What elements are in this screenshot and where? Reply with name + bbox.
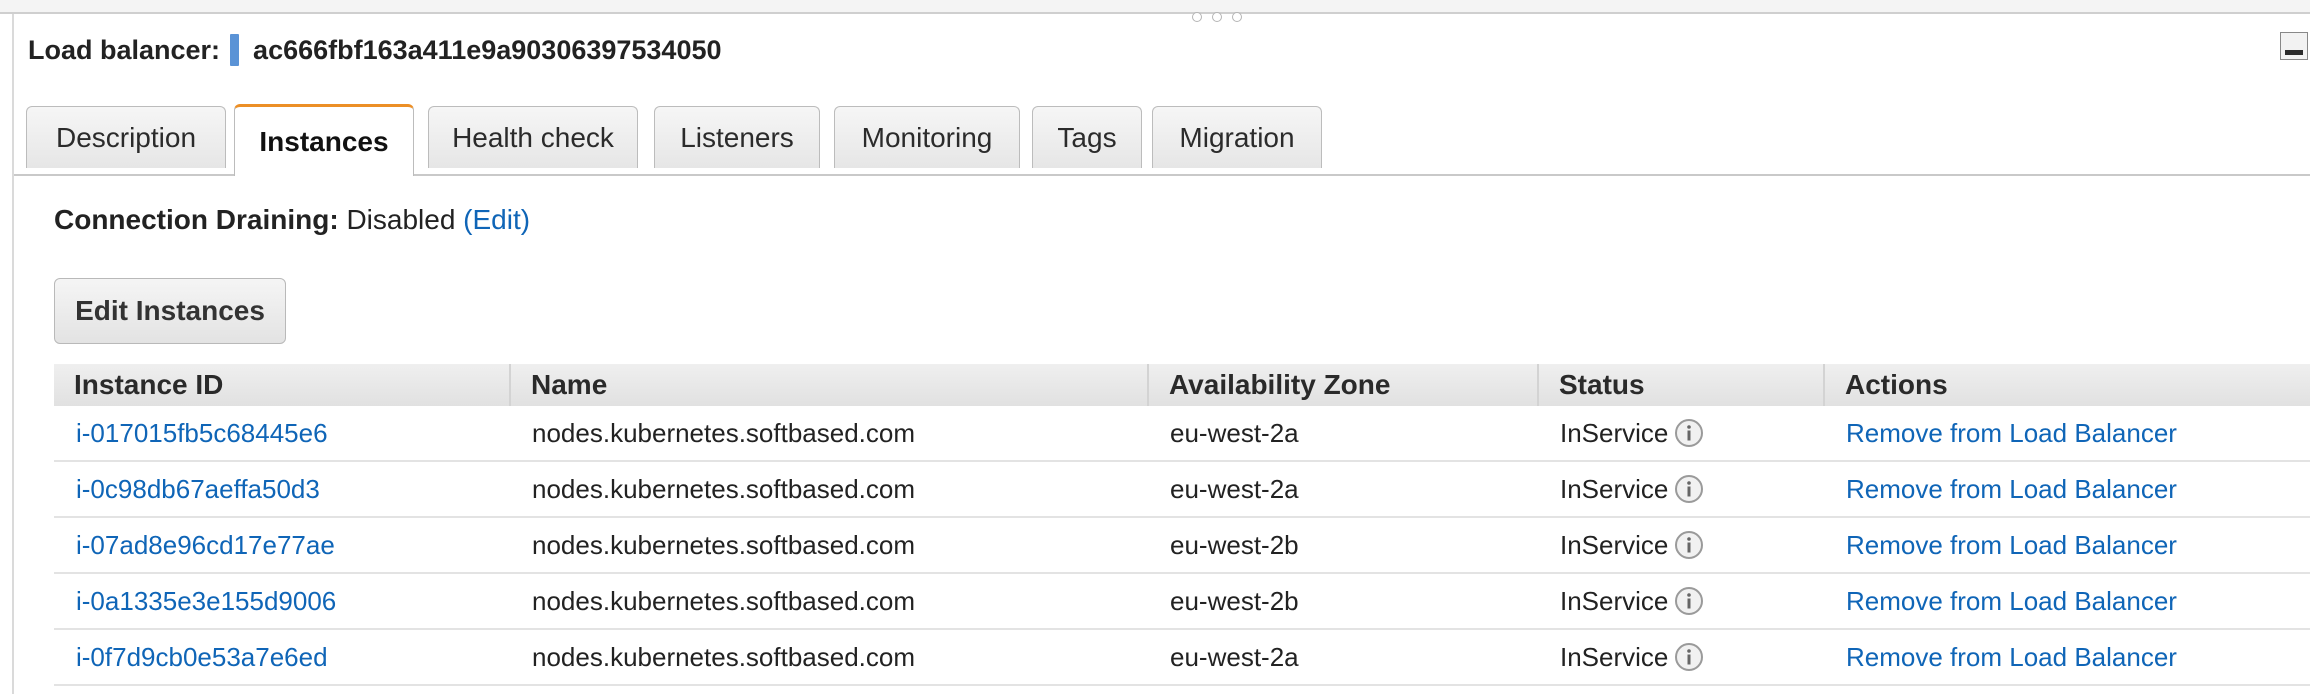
instance-status: InService <box>1560 473 1669 504</box>
connection-draining: Connection Draining: Disabled (Edit) <box>54 204 530 236</box>
instance-status: InService <box>1560 641 1669 672</box>
remove-from-load-balancer-link[interactable]: Remove from Load Balancer <box>1846 418 2177 448</box>
instance-status-cell: InService <box>1538 461 1824 518</box>
table-body: i-017015fb5c68445e6 nodes.kubernetes.sof… <box>54 406 2310 686</box>
availability-zone: eu-west-2b <box>1148 517 1538 574</box>
instance-id-link[interactable]: i-0c98db67aeffa50d3 <box>76 474 320 504</box>
instance-name: nodes.kubernetes.softbased.com <box>510 517 1148 574</box>
column-header-instance-id[interactable]: Instance ID <box>54 364 510 406</box>
connection-draining-label: Connection Draining: <box>54 204 339 235</box>
instance-name: nodes.kubernetes.softbased.com <box>510 573 1148 630</box>
grip-dot <box>1212 12 1222 22</box>
load-balancer-label: Load balancer: <box>28 34 221 65</box>
drag-handle-icon[interactable] <box>1192 12 1242 22</box>
availability-zone: eu-west-2a <box>1148 461 1538 518</box>
table-row: i-017015fb5c68445e6 nodes.kubernetes.sof… <box>54 406 2310 462</box>
table-row: i-0a1335e3e155d9006 nodes.kubernetes.sof… <box>54 573 2310 630</box>
availability-zone: eu-west-2b <box>1148 573 1538 630</box>
tab-instances[interactable]: Instances <box>234 104 414 176</box>
info-icon[interactable] <box>1674 586 1704 616</box>
tab-monitoring[interactable]: Monitoring <box>834 106 1020 168</box>
connection-draining-edit-link[interactable]: (Edit) <box>463 204 530 235</box>
connection-draining-value: Disabled <box>346 204 456 235</box>
column-header-status[interactable]: Status <box>1537 364 1824 406</box>
instance-name: nodes.kubernetes.softbased.com <box>510 629 1148 686</box>
edit-instances-button[interactable]: Edit Instances <box>54 278 286 344</box>
instance-status-cell: InService <box>1538 517 1824 574</box>
tab-health-check[interactable]: Health check <box>428 106 638 168</box>
info-icon[interactable] <box>1674 418 1704 448</box>
instance-status: InService <box>1560 529 1669 560</box>
panel-resize-bar[interactable] <box>0 0 2310 14</box>
column-header-availability-zone[interactable]: Availability Zone <box>1147 364 1538 406</box>
remove-from-load-balancer-link[interactable]: Remove from Load Balancer <box>1846 530 2177 560</box>
instance-id-link[interactable]: i-017015fb5c68445e6 <box>76 418 328 448</box>
tab-bar: Description Instances Health check Liste… <box>14 104 2310 176</box>
instance-id-link[interactable]: i-0f7d9cb0e53a7e6ed <box>76 642 328 672</box>
column-header-actions: Actions <box>1823 364 2310 406</box>
tab-listeners[interactable]: Listeners <box>654 106 820 168</box>
instance-status: InService <box>1560 417 1669 448</box>
load-balancer-header: Load balancer: ac666fbf163a411e9a9030639… <box>28 34 722 66</box>
tab-description[interactable]: Description <box>26 106 226 168</box>
info-icon[interactable] <box>1674 530 1704 560</box>
instance-status: InService <box>1560 585 1669 616</box>
instance-status-cell: InService <box>1538 629 1824 686</box>
load-balancer-marker <box>230 34 240 66</box>
instance-name: nodes.kubernetes.softbased.com <box>510 406 1148 462</box>
remove-from-load-balancer-link[interactable]: Remove from Load Balancer <box>1846 642 2177 672</box>
instance-status-cell: InService <box>1538 406 1824 462</box>
instances-table: Instance ID Name Availability Zone Statu… <box>54 364 2310 686</box>
instance-id-link[interactable]: i-0a1335e3e155d9006 <box>76 586 336 616</box>
table-row: i-0f7d9cb0e53a7e6ed nodes.kubernetes.sof… <box>54 629 2310 686</box>
instance-name: nodes.kubernetes.softbased.com <box>510 461 1148 518</box>
instance-id-link[interactable]: i-07ad8e96cd17e77ae <box>76 530 335 560</box>
info-icon[interactable] <box>1674 474 1704 504</box>
table-row: i-07ad8e96cd17e77ae nodes.kubernetes.sof… <box>54 517 2310 574</box>
column-header-name[interactable]: Name <box>509 364 1148 406</box>
grip-dot <box>1232 12 1242 22</box>
table-header-row: Instance ID Name Availability Zone Statu… <box>54 364 2310 406</box>
remove-from-load-balancer-link[interactable]: Remove from Load Balancer <box>1846 586 2177 616</box>
availability-zone: eu-west-2a <box>1148 629 1538 686</box>
info-icon[interactable] <box>1674 642 1704 672</box>
instance-status-cell: InService <box>1538 573 1824 630</box>
availability-zone: eu-west-2a <box>1148 406 1538 462</box>
tab-tags[interactable]: Tags <box>1032 106 1142 168</box>
grip-dot <box>1192 12 1202 22</box>
tab-migration[interactable]: Migration <box>1152 106 1322 168</box>
remove-from-load-balancer-link[interactable]: Remove from Load Balancer <box>1846 474 2177 504</box>
minimize-icon[interactable] <box>2280 32 2308 60</box>
load-balancer-name: ac666fbf163a411e9a90306397534050 <box>253 34 722 65</box>
table-row: i-0c98db67aeffa50d3 nodes.kubernetes.sof… <box>54 461 2310 518</box>
